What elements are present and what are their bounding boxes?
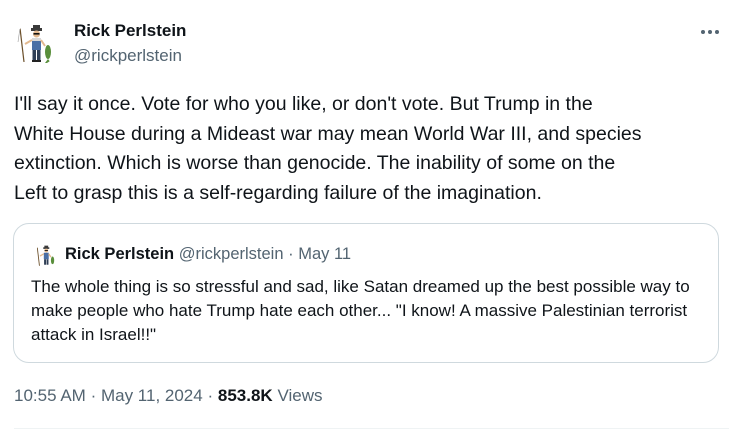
author-handle[interactable]: @rickperlstein [74,46,182,66]
fisherman-figure-icon [17,25,51,63]
tweet-text: I'll say it once. Vote for who you like,… [14,93,642,204]
author-avatar[interactable] [14,22,58,66]
quote-separator: · [288,245,294,263]
fisherman-figure-icon [36,245,55,266]
quote-author-name[interactable]: Rick Perlstein [65,245,174,263]
views-label: Views [277,386,323,405]
author-name[interactable]: Rick Perlstein [74,21,186,41]
quoted-tweet[interactable]: Rick Perlstein @rickperlstein · May 11 T… [13,223,719,363]
meta-separator: · [207,386,214,405]
meta-separator: · [90,386,97,405]
quote-author-handle[interactable]: @rickperlstein [179,245,284,263]
quote-text: The whole thing is so stressful and sad,… [31,277,690,344]
quote-date[interactable]: May 11 [298,245,351,263]
views-count[interactable]: 853.8K [218,386,273,405]
tweet-metadata: 10:55 AM · May 11, 2024 · 853.8K Views [14,386,322,406]
quote-avatar[interactable] [34,244,58,268]
quote-header: Rick Perlstein @rickperlstein · May 11 [65,245,351,264]
more-options-icon[interactable] [699,24,721,40]
tweet-card: Rick Perlstein @rickperlstein I'll say i… [0,0,743,438]
tweet-time[interactable]: 10:55 AM [14,386,86,405]
divider [14,428,729,429]
tweet-date[interactable]: May 11, 2024 [101,386,203,405]
